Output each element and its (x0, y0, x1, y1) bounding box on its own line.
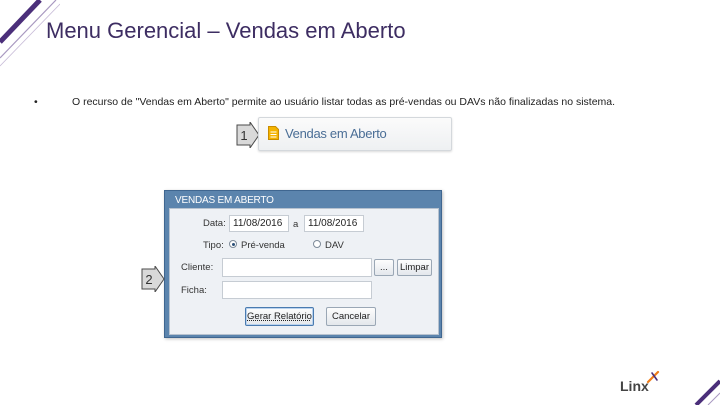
linx-logo-text: Linx (620, 378, 649, 394)
dialog-title: VENDAS EM ABERTO (175, 195, 274, 206)
client-input[interactable] (222, 258, 372, 277)
browse-client-button[interactable]: ... (374, 259, 394, 276)
corner-decoration-bottom (694, 379, 720, 405)
step-1-arrow: 1 (236, 122, 260, 148)
date-label: Data: (203, 218, 226, 229)
linx-logo-mark-icon (646, 370, 660, 384)
dialog-body: Data: 11/08/2016 a 11/08/2016 Tipo: Pré-… (169, 208, 439, 335)
vendas-em-aberto-dialog: VENDAS EM ABERTO Data: 11/08/2016 a 11/0… (164, 190, 442, 338)
step-1-number: 1 (240, 128, 247, 143)
radio-pre-venda[interactable] (229, 240, 237, 248)
pre-venda-option-label: Pré-venda (241, 240, 285, 251)
vendas-em-aberto-button[interactable]: Vendas em Aberto (258, 117, 452, 151)
vendas-em-aberto-label: Vendas em Aberto (285, 126, 387, 141)
dav-option-label: DAV (325, 240, 344, 251)
date-from-input[interactable]: 11/08/2016 (229, 215, 289, 232)
date-to-input[interactable]: 11/08/2016 (304, 215, 364, 232)
slide-title: Menu Gerencial – Vendas em Aberto (46, 18, 406, 43)
cancel-button[interactable]: Cancelar (326, 307, 376, 326)
clear-button[interactable]: Limpar (397, 259, 432, 276)
generate-report-button[interactable]: Gerar Relatório (245, 307, 314, 326)
ficha-input[interactable] (222, 281, 372, 299)
date-separator: a (293, 219, 299, 230)
step-2-arrow: 2 (141, 266, 165, 292)
generate-report-label: Gerar Relatório (247, 311, 312, 322)
radio-dav[interactable] (313, 240, 321, 248)
type-label: Tipo: (203, 240, 224, 251)
bullet-text: O recurso de "Vendas em Aberto" permite … (72, 96, 616, 108)
step-2-number: 2 (145, 272, 152, 287)
client-label: Cliente: (181, 262, 214, 273)
document-icon (268, 126, 279, 140)
bullet-marker: • (34, 96, 38, 108)
ficha-label: Ficha: (181, 285, 207, 296)
